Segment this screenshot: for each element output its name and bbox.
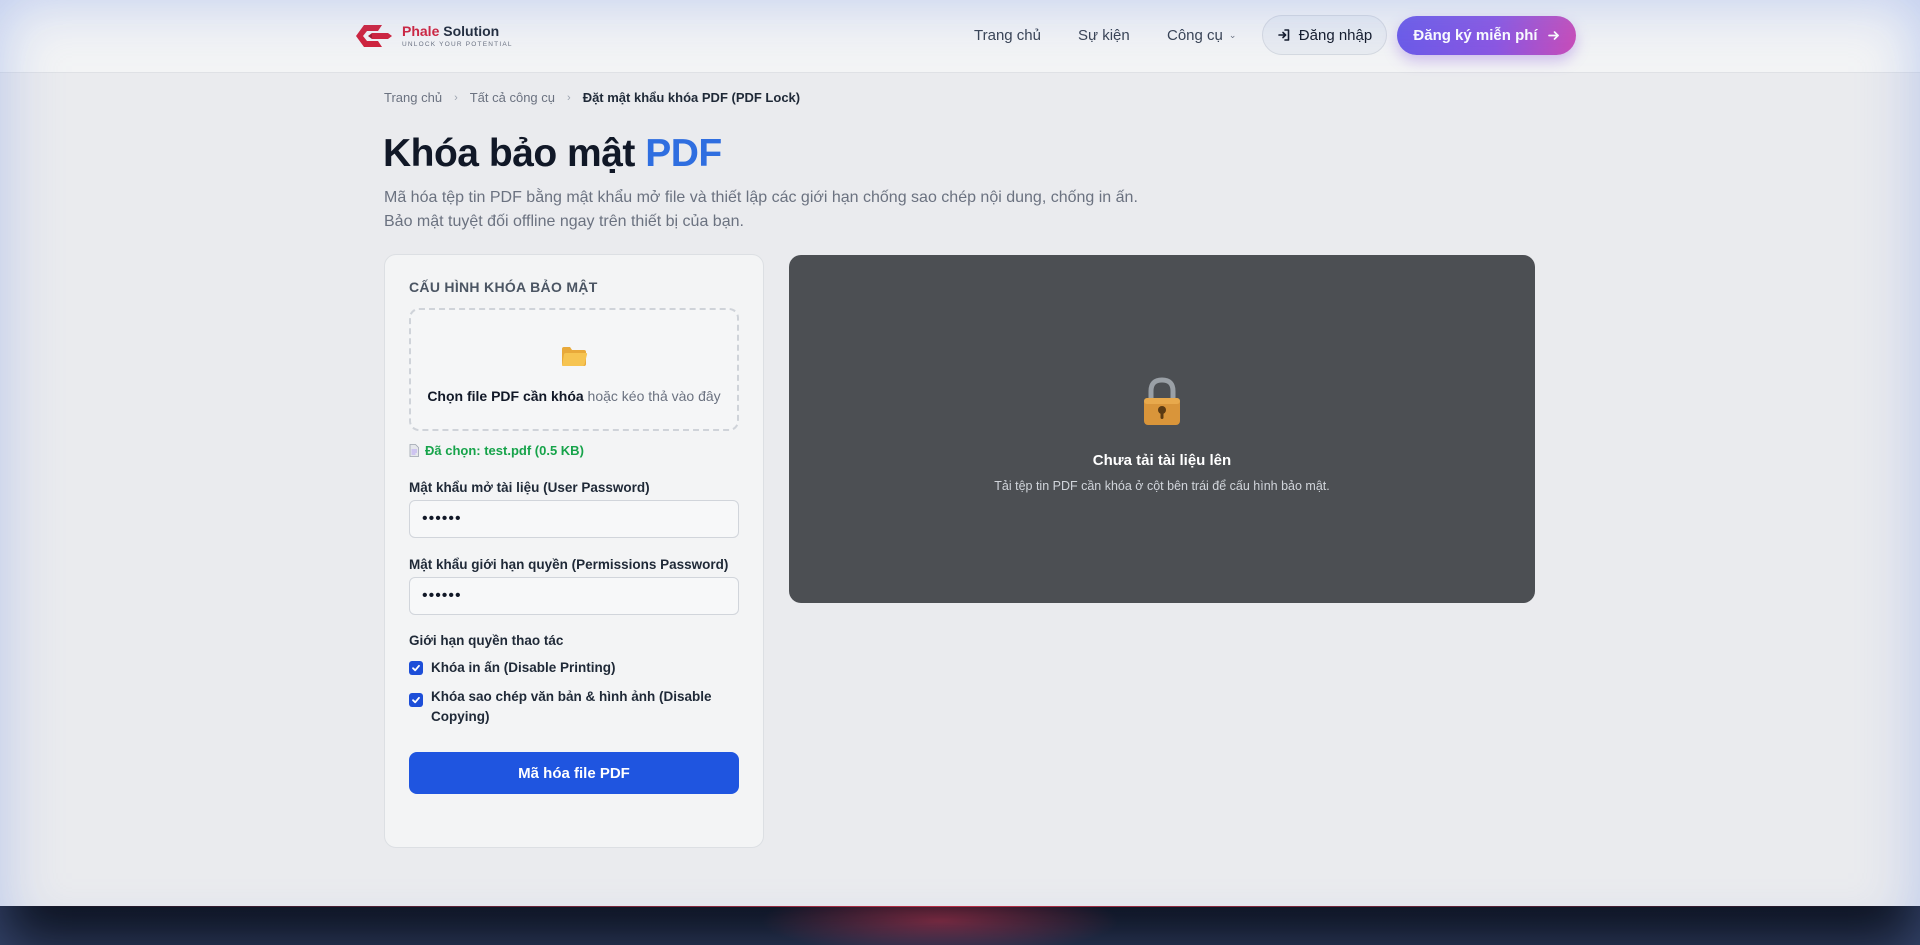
nav-home[interactable]: Trang chủ xyxy=(974,27,1041,44)
file-icon xyxy=(409,444,419,457)
nav-tools[interactable]: Công cụ ⌄ xyxy=(1167,27,1236,44)
disable-printing-checkbox[interactable] xyxy=(409,661,423,675)
arrow-right-icon xyxy=(1547,31,1559,40)
login-label: Đăng nhập xyxy=(1298,26,1373,44)
page-title: Khóa bảo mật PDF xyxy=(383,132,722,175)
encrypt-pdf-button[interactable]: Mã hóa file PDF xyxy=(409,752,739,794)
breadcrumb-all-tools[interactable]: Tất cả công cụ xyxy=(470,90,555,105)
breadcrumb-home[interactable]: Trang chủ xyxy=(384,90,442,105)
register-button[interactable]: Đăng ký miễn phí xyxy=(1397,16,1576,55)
user-password-input[interactable]: •••••• xyxy=(409,500,739,538)
selected-file-text: Đã chọn: test.pdf (0.5 KB) xyxy=(425,443,584,458)
permissions-password-input[interactable]: •••••• xyxy=(409,577,739,615)
login-button[interactable]: Đăng nhập xyxy=(1262,15,1387,55)
lock-config-panel: CẤU HÌNH KHÓA BẢO MẬT Chọn file PDF cần … xyxy=(384,254,764,848)
disable-copying-label: Khóa sao chép văn bản & hình ảnh (Disabl… xyxy=(431,689,712,724)
folder-icon xyxy=(562,347,588,366)
page-subtitle: Mã hóa tệp tin PDF bằng mật khẩu mở file… xyxy=(384,189,1138,230)
register-label: Đăng ký miễn phí xyxy=(1413,27,1538,44)
check-icon xyxy=(412,664,420,672)
sign-in-icon xyxy=(1277,29,1290,41)
config-heading: CẤU HÌNH KHÓA BẢO MẬT xyxy=(409,279,598,295)
disable-copying-checkbox[interactable] xyxy=(409,693,423,707)
preview-empty-title: Chưa tải tài liệu lên xyxy=(1092,452,1232,469)
dropzone-text: Chọn file PDF cần khóa hoặc kéo thả vào … xyxy=(427,388,721,404)
disable-copying-option[interactable]: Khóa sao chép văn bản & hình ảnh (Disabl… xyxy=(409,687,719,727)
nav-events[interactable]: Sự kiện xyxy=(1078,27,1130,44)
breadcrumb-separator-icon: › xyxy=(454,91,458,104)
permissions-password-label: Mật khẩu giới hạn quyền (Permissions Pas… xyxy=(409,557,729,572)
logo-tagline: UNLOCK YOUR POTENTIAL xyxy=(402,40,513,48)
check-icon xyxy=(412,696,420,704)
page-title-accent: PDF xyxy=(645,132,722,175)
breadcrumb-current: Đặt mật khẩu khóa PDF (PDF Lock) xyxy=(582,90,801,105)
site-header: Phale Solution UNLOCK YOUR POTENTIAL Tra… xyxy=(0,0,1920,73)
nav-tools-label: Công cụ xyxy=(1167,27,1223,44)
chevron-down-icon: ⌄ xyxy=(1228,30,1237,40)
footer-strip xyxy=(0,906,1920,945)
footer-glow xyxy=(760,906,1120,945)
breadcrumb-separator-icon: › xyxy=(567,91,571,104)
breadcrumb: Trang chủ › Tất cả công cụ › Đặt mật khẩ… xyxy=(384,90,800,105)
selected-file-status: Đã chọn: test.pdf (0.5 KB) xyxy=(409,443,584,458)
site-logo[interactable]: Phale Solution UNLOCK YOUR POTENTIAL xyxy=(350,20,513,52)
pdf-dropzone[interactable]: Chọn file PDF cần khóa hoặc kéo thả vào … xyxy=(409,308,739,431)
phale-logo-icon xyxy=(356,25,392,47)
preview-empty-description: Tải tệp tin PDF cần khóa ở cột bên trái … xyxy=(994,479,1330,493)
permissions-heading: Giới hạn quyền thao tác xyxy=(409,633,564,648)
logo-name: Phale Solution xyxy=(402,22,500,39)
disable-printing-label: Khóa in ấn (Disable Printing) xyxy=(431,660,616,675)
user-password-label: Mật khẩu mở tài liệu (User Password) xyxy=(409,480,650,495)
disable-printing-option[interactable]: Khóa in ấn (Disable Printing) xyxy=(409,658,616,678)
pdf-preview-panel: Chưa tải tài liệu lên Tải tệp tin PDF cầ… xyxy=(789,255,1535,603)
lock-icon xyxy=(1144,377,1180,425)
